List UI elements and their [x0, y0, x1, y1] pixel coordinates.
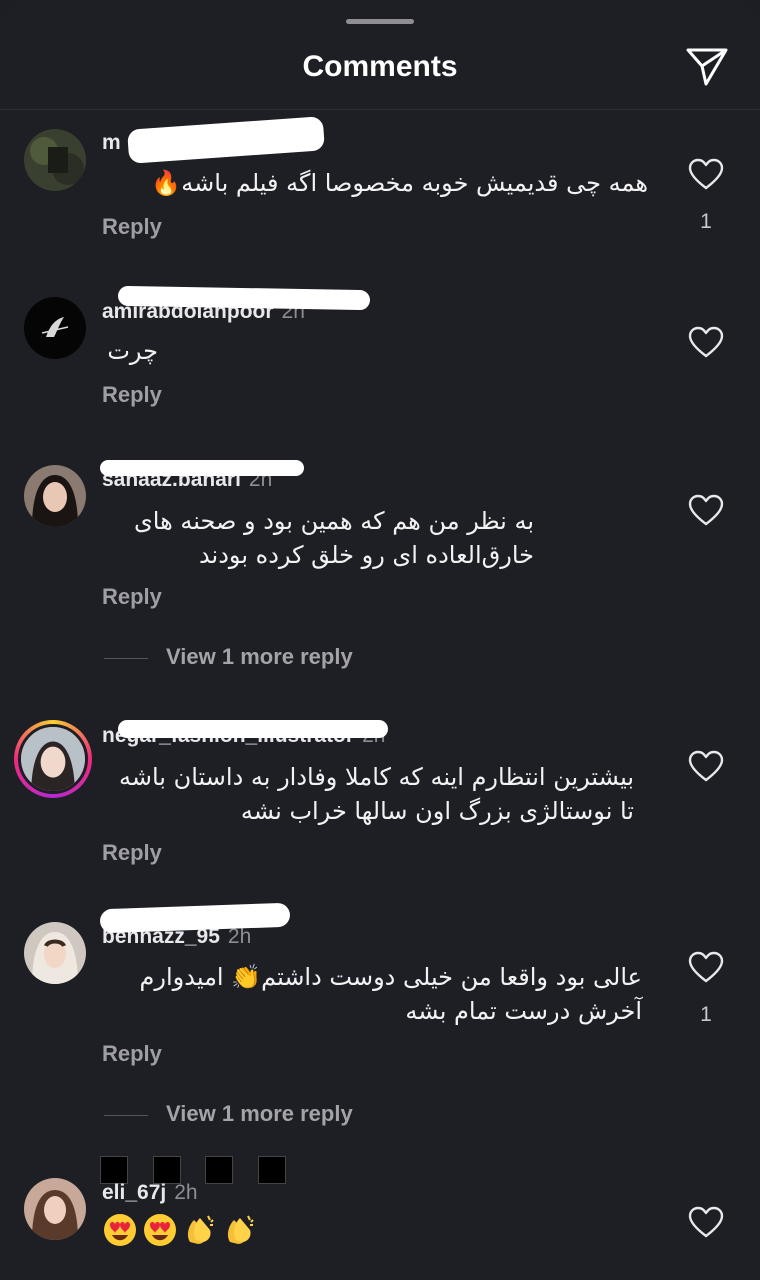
reply-button[interactable]: Reply — [102, 382, 162, 408]
redaction-mark — [127, 116, 325, 164]
divider-line — [104, 1115, 148, 1116]
reply-button[interactable]: Reply — [102, 1041, 162, 1067]
comment-text-line: تا نوستالژی بزرگ اون سالها خراب نشه — [240, 797, 634, 825]
like-count: 1 — [700, 1003, 712, 1026]
comment-text-line: آخرش درست تمام بشه — [405, 997, 642, 1025]
divider-line — [104, 658, 148, 659]
drag-handle[interactable] — [346, 19, 414, 24]
heart-icon[interactable] — [688, 158, 724, 190]
redaction-mark — [100, 460, 304, 476]
redaction-square — [258, 1156, 286, 1184]
redaction-square — [205, 1156, 233, 1184]
comment-emojis — [102, 1212, 258, 1248]
view-more-label: View 1 more reply — [166, 644, 353, 669]
comment-text: عالی بود واقعا من خیلی دوست داشتم👏 امیدو… — [102, 960, 642, 1028]
like-count: 1 — [700, 210, 712, 233]
heart-icon[interactable] — [688, 1206, 724, 1238]
view-more-label: View 1 more reply — [166, 1101, 353, 1126]
heart-icon[interactable] — [688, 326, 724, 358]
comment-text: به نظر من هم که همین بود و صحنه های خارق… — [102, 504, 534, 572]
redaction-square — [100, 1156, 128, 1184]
heart-icon[interactable] — [688, 494, 724, 526]
comment-text-line: به نظر من هم که همین بود و صحنه های — [134, 507, 534, 535]
comment-username[interactable]: m — [102, 131, 121, 154]
comment-text: همه چی قدیمیش خوبه مخصوصا اگه فیلم باشه🔥 — [151, 169, 648, 197]
avatar[interactable] — [24, 465, 86, 527]
comment-meta: eli_67j 2h — [102, 1181, 198, 1205]
clapping-hands-emoji — [227, 1215, 254, 1244]
clapping-hands-emoji — [187, 1215, 214, 1244]
redaction-mark — [99, 902, 291, 934]
send-icon[interactable] — [684, 46, 730, 88]
reply-button[interactable]: Reply — [102, 840, 162, 866]
heart-eyes-emoji — [144, 1214, 176, 1246]
comments-header: Comments — [0, 40, 760, 110]
redaction-mark — [118, 720, 388, 738]
reply-button[interactable]: Reply — [102, 214, 162, 240]
redaction-square — [153, 1156, 181, 1184]
heart-eyes-emoji — [104, 1214, 136, 1246]
comment-text-line: بیشترین انتظارم اینه که کاملا وفادار به … — [119, 763, 634, 791]
page-title: Comments — [302, 50, 458, 83]
avatar[interactable] — [24, 1178, 86, 1240]
comment-time: 2h — [174, 1181, 198, 1204]
comment-text: بیشترین انتظارم اینه که کاملا وفادار به … — [102, 760, 634, 828]
comment-text: چرت — [107, 337, 158, 365]
heart-icon[interactable] — [688, 750, 724, 782]
avatar-with-story-ring[interactable] — [14, 720, 92, 798]
comments-sheet: Comments m 2h همه چی قدیمیش خوبه مخصوصا ا… — [0, 0, 760, 1280]
comment-text-line: عالی بود واقعا من خیلی دوست داشتم👏 امیدو… — [139, 963, 642, 991]
heart-icon[interactable] — [688, 951, 724, 983]
comment-username[interactable]: eli_67j — [102, 1181, 166, 1204]
avatar[interactable] — [24, 297, 86, 359]
avatar[interactable] — [24, 129, 86, 191]
reply-button[interactable]: Reply — [102, 584, 162, 610]
comment-text-line: خارق‌العاده ای رو خلق کرده بودند — [198, 541, 534, 569]
avatar[interactable] — [24, 922, 86, 984]
